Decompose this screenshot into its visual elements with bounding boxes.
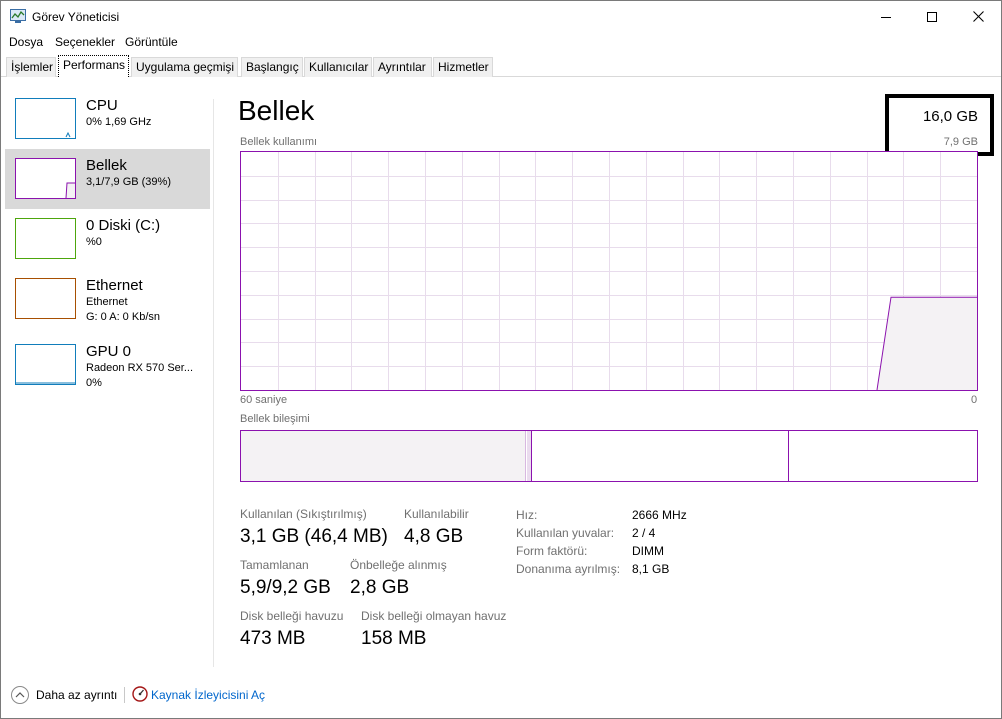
sidebar-item-detail: %0 xyxy=(86,236,102,248)
slots-label: Kullanılan yuvalar: xyxy=(516,526,615,540)
form-factor-value: DIMM xyxy=(632,544,664,558)
task-manager-window: Görev Yöneticisi Dosya Seçenekler Görünt… xyxy=(0,0,1002,719)
committed-value: 5,9/9,2 GB xyxy=(240,577,331,598)
sidebar-item-detail: Ethernet xyxy=(86,296,128,308)
memory-composition-label: Bellek bileşimi xyxy=(240,413,310,425)
resource-monitor-icon xyxy=(132,686,148,702)
memory-usage-area xyxy=(877,297,977,390)
in-use-value: 3,1 GB (46,4 MB) xyxy=(240,526,388,547)
memory-composition-bar xyxy=(240,430,978,482)
paged-pool-label: Disk belleği havuzu xyxy=(240,609,344,623)
fewer-details-button[interactable] xyxy=(11,686,29,704)
form-factor-label: Form faktörü: xyxy=(516,544,588,558)
open-resource-monitor-link[interactable]: Kaynak İzleyicisini Aç xyxy=(151,688,265,702)
minimize-icon xyxy=(881,16,891,18)
menu-bar: Dosya Seçenekler Görüntüle xyxy=(1,33,1001,51)
sidebar-item-usage: 0% xyxy=(86,377,102,389)
available-label: Kullanılabilir xyxy=(404,507,469,521)
gpu-thumbnail-graph xyxy=(15,344,76,385)
ethernet-thumbnail-graph xyxy=(15,278,76,319)
maximize-icon xyxy=(927,11,937,22)
graph-grid xyxy=(241,152,977,390)
sidebar-item-memory[interactable]: Bellek 3,1/7,9 GB (39%) xyxy=(5,149,210,209)
memory-usage-label: Bellek kullanımı xyxy=(240,136,318,148)
chevron-up-icon xyxy=(15,692,25,698)
composition-standby xyxy=(533,431,789,481)
sidebar-item-throughput: G: 0 A: 0 Kb/sn xyxy=(86,311,160,323)
footer-separator xyxy=(124,687,125,703)
composition-in-use xyxy=(241,431,526,481)
composition-free xyxy=(790,431,977,481)
total-memory: 16,0 GB xyxy=(922,108,978,125)
speed-label: Hız: xyxy=(516,508,538,522)
time-axis-end: 0 xyxy=(971,394,978,406)
fewer-details-link[interactable]: Daha az ayrıntı xyxy=(36,688,117,702)
page-title: Bellek xyxy=(238,95,315,126)
non-paged-pool-value: 158 MB xyxy=(361,628,427,649)
sidebar-item-gpu[interactable]: GPU 0 Radeon RX 570 Ser... 0% xyxy=(5,335,210,395)
sidebar-item-disk[interactable]: 0 Diski (C:) %0 xyxy=(5,209,210,269)
usable-memory: 7,9 GB xyxy=(943,136,978,148)
footer: Daha az ayrıntı Kaynak İzleyicisini Aç xyxy=(1,681,1001,711)
memory-usage-graph xyxy=(240,151,978,391)
hardware-reserved-label: Donanıma ayrılmış: xyxy=(516,562,621,576)
tab-app-history[interactable]: Uygulama geçmişi xyxy=(131,57,238,77)
menu-options[interactable]: Seçenekler xyxy=(55,35,115,49)
cpu-thumbnail-graph xyxy=(15,98,76,139)
in-use-label: Kullanılan (Sıkıştırılmış) xyxy=(240,507,367,521)
sidebar-divider xyxy=(213,99,214,667)
paged-pool-value: 473 MB xyxy=(240,628,306,649)
performance-sidebar: CPU 0% 1,69 GHz Bellek 3,1/7,9 GB (39%) … xyxy=(5,89,211,669)
composition-modified xyxy=(527,431,532,481)
close-button[interactable] xyxy=(955,1,1001,32)
memory-usage-plot xyxy=(241,152,977,391)
tab-processes[interactable]: İşlemler xyxy=(6,57,56,77)
sidebar-item-detail: 3,1/7,9 GB (39%) xyxy=(86,176,171,188)
slots-value: 2 / 4 xyxy=(632,526,656,540)
maximize-button[interactable] xyxy=(909,1,955,32)
sidebar-item-title: CPU xyxy=(86,97,118,114)
tab-services[interactable]: Hizmetler xyxy=(433,57,493,77)
hardware-reserved-value: 8,1 GB xyxy=(632,562,670,576)
title-bar: Görev Yöneticisi xyxy=(1,1,1001,32)
sidebar-item-title: GPU 0 xyxy=(86,343,132,360)
sidebar-item-title: Bellek xyxy=(86,157,127,174)
sidebar-item-detail: Radeon RX 570 Ser... xyxy=(86,362,194,374)
sidebar-item-cpu[interactable]: CPU 0% 1,69 GHz xyxy=(5,89,210,149)
minimize-button[interactable] xyxy=(863,1,909,32)
cached-value: 2,8 GB xyxy=(350,577,410,598)
total-memory-box: 16,0 GB 7,9 GB xyxy=(885,94,994,156)
sidebar-item-ethernet[interactable]: Ethernet Ethernet G: 0 A: 0 Kb/sn xyxy=(5,269,210,329)
time-axis-start: 60 saniye xyxy=(240,394,288,406)
tab-details[interactable]: Ayrıntılar xyxy=(373,57,432,77)
sidebar-item-title: 0 Diski (C:) xyxy=(86,217,161,234)
committed-label: Tamamlanan xyxy=(240,558,309,572)
sidebar-item-title: Ethernet xyxy=(86,277,143,294)
non-paged-pool-label: Disk belleği olmayan havuz xyxy=(361,609,507,623)
available-value: 4,8 GB xyxy=(404,526,464,547)
task-manager-app-icon xyxy=(10,9,26,23)
window-title: Görev Yöneticisi xyxy=(32,10,120,24)
sidebar-item-detail: 0% 1,69 GHz xyxy=(86,116,152,128)
close-icon xyxy=(972,11,984,22)
tab-users[interactable]: Kullanıcılar xyxy=(304,57,372,77)
speed-value: 2666 MHz xyxy=(632,508,687,522)
memory-thumbnail-graph xyxy=(15,158,76,199)
tab-bar: İşlemler Performans Uygulama geçmişi Baş… xyxy=(1,55,1001,77)
disk-thumbnail-graph xyxy=(15,218,76,259)
menu-view[interactable]: Görüntüle xyxy=(125,35,178,49)
tab-performance[interactable]: Performans xyxy=(58,55,129,77)
menu-file[interactable]: Dosya xyxy=(9,35,43,49)
cached-label: Önbelleğe alınmış xyxy=(350,558,447,572)
tab-startup[interactable]: Başlangıç xyxy=(241,57,303,77)
